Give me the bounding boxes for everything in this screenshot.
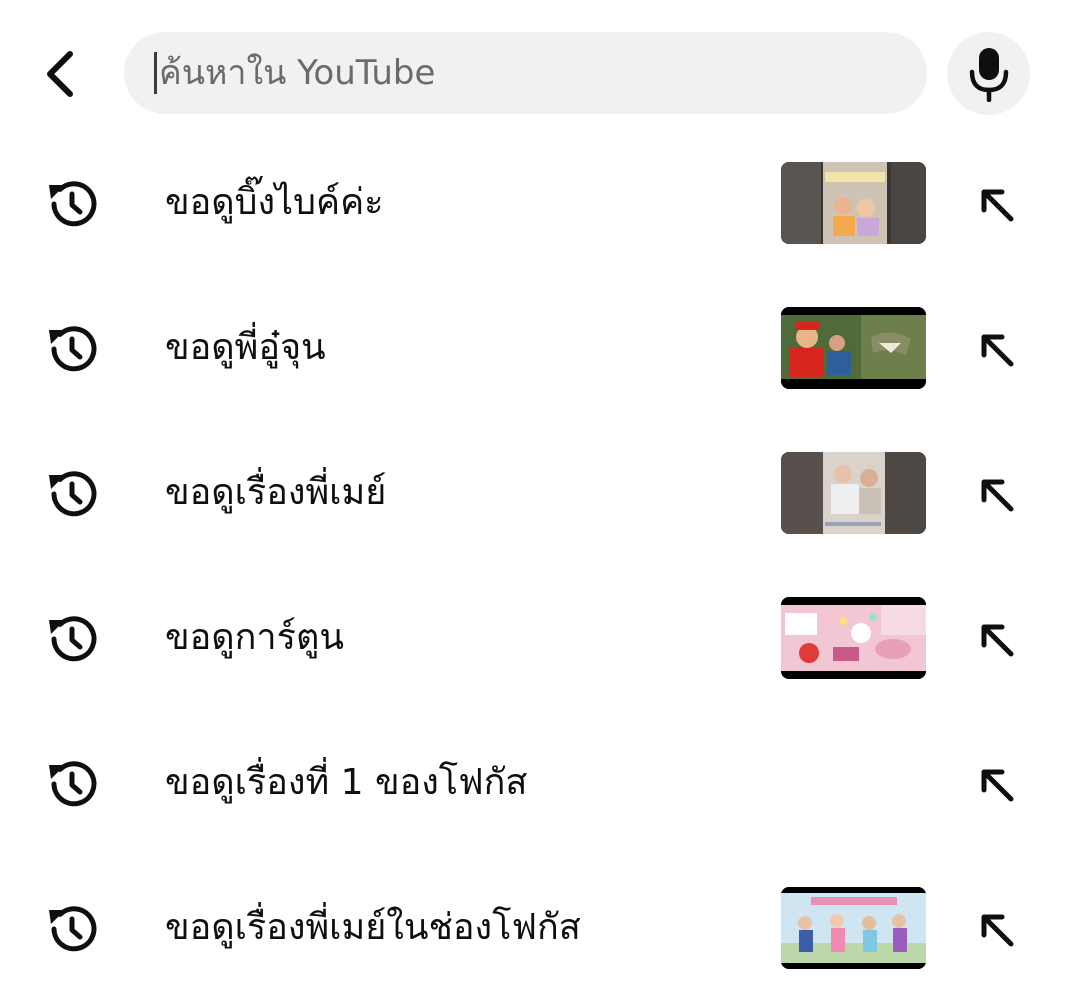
arrow-up-left-icon <box>981 189 1014 222</box>
fill-query-button[interactable] <box>972 325 1022 375</box>
history-icon <box>49 616 97 662</box>
suggestion-thumbnail <box>781 887 926 969</box>
back-button[interactable] <box>30 38 90 110</box>
suggestion-thumbnail <box>781 307 926 389</box>
history-icon <box>49 471 97 517</box>
suggestion-thumbnail <box>781 162 926 244</box>
history-icon <box>49 761 97 807</box>
suggestion-label: ขอดูเรื่องพี่เมย์ในช่องโฟกัส <box>165 907 581 948</box>
suggestion-row[interactable]: ขอดูพี่อู๋จุน <box>0 275 1070 420</box>
search-header <box>0 0 1070 150</box>
suggestion-thumbnail <box>781 597 926 679</box>
fill-query-button[interactable] <box>972 615 1022 665</box>
suggestion-label: ขอดูพี่อู๋จุน <box>165 327 326 368</box>
suggestion-row[interactable]: ขอดูเรื่องพี่เมย์ในช่องโฟกัส <box>0 855 1070 1000</box>
suggestion-row[interactable]: ขอดูบิ๊งไบค์ค่ะ <box>0 130 1070 275</box>
suggestion-label: ขอดูเรื่องพี่เมย์ <box>165 472 387 513</box>
history-icon <box>49 326 97 372</box>
arrow-up-left-icon <box>981 914 1014 947</box>
text-cursor <box>154 52 157 94</box>
arrow-up-left-icon <box>981 334 1014 367</box>
fill-query-button[interactable] <box>972 905 1022 955</box>
suggestion-label: ขอดูบิ๊งไบค์ค่ะ <box>165 182 384 223</box>
search-bar[interactable] <box>124 32 927 114</box>
fill-query-button[interactable] <box>972 470 1022 520</box>
suggestion-row[interactable]: ขอดูการ์ตูน <box>0 565 1070 710</box>
chevron-left-icon <box>47 51 73 97</box>
search-input[interactable] <box>159 32 879 114</box>
suggestion-label: ขอดูการ์ตูน <box>165 617 344 658</box>
arrow-up-left-icon <box>981 624 1014 657</box>
fill-query-button[interactable] <box>972 180 1022 230</box>
voice-search-button[interactable] <box>947 32 1030 115</box>
history-icon <box>49 906 97 952</box>
suggestion-row[interactable]: ขอดูเรื่องที่ 1 ของโฟกัส <box>0 710 1070 855</box>
microphone-icon <box>969 47 1008 102</box>
suggestion-row[interactable]: ขอดูเรื่องพี่เมย์ <box>0 420 1070 565</box>
suggestion-thumbnail <box>781 452 926 534</box>
fill-query-button[interactable] <box>972 760 1022 810</box>
arrow-up-left-icon <box>981 769 1014 802</box>
history-icon <box>49 181 97 227</box>
arrow-up-left-icon <box>981 479 1014 512</box>
suggestion-label: ขอดูเรื่องที่ 1 ของโฟกัส <box>165 762 528 803</box>
